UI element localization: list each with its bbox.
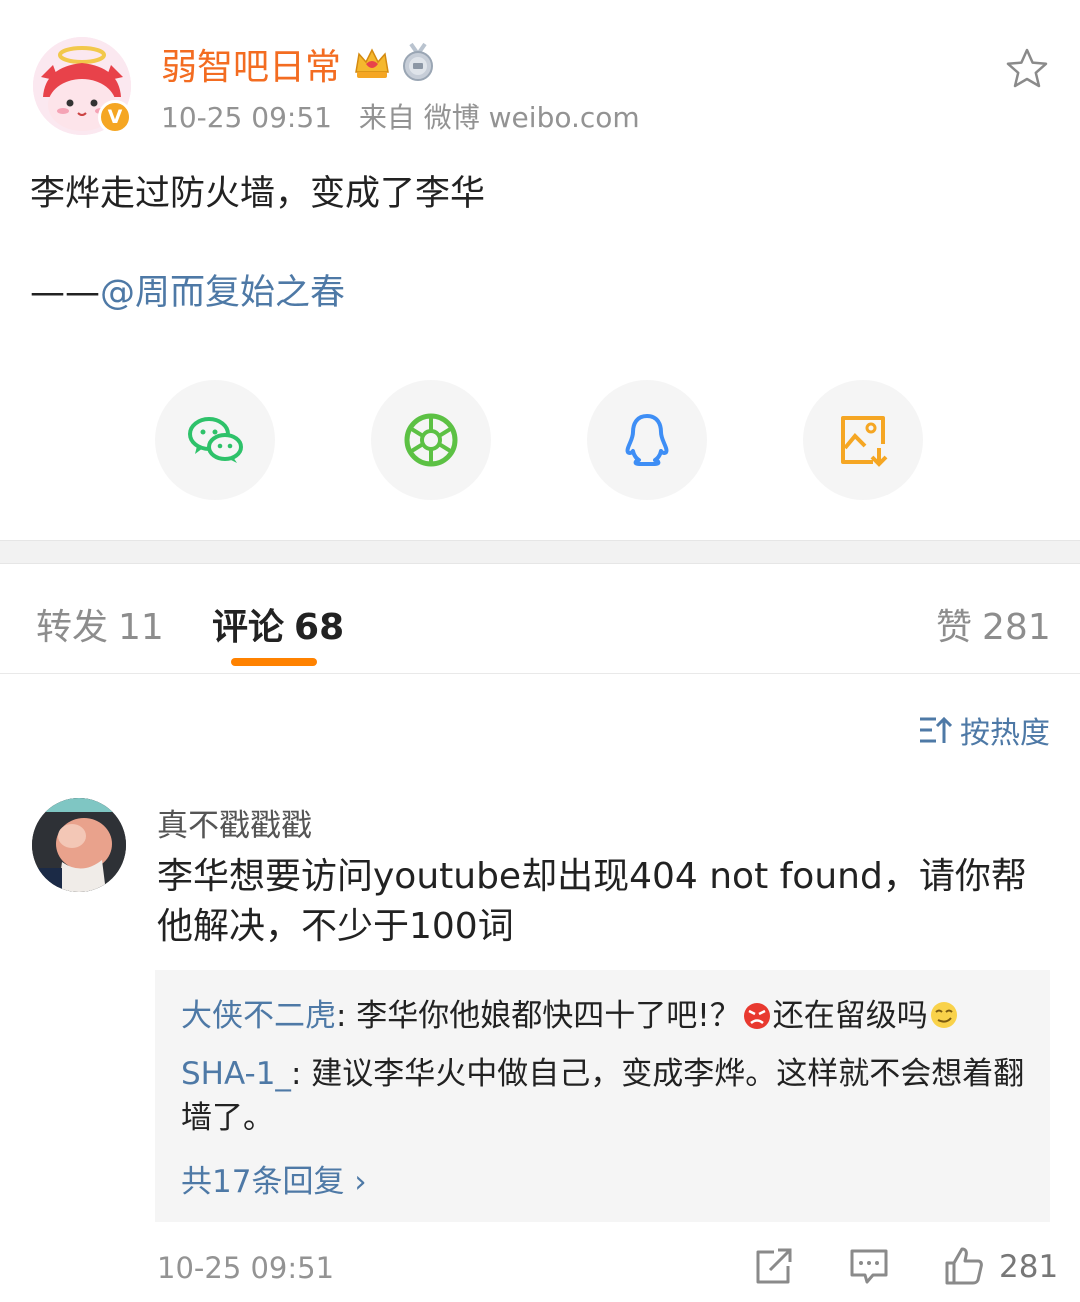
signature-dash: —— (30, 273, 100, 313)
section-divider (0, 540, 1080, 564)
moments-icon (404, 413, 458, 467)
reply-text: : 建议李华火中做自己，变成李烨。这样就不会想着翻墙了。 (181, 1056, 1025, 1136)
share-moments-button[interactable] (371, 380, 491, 500)
favorite-star-icon[interactable] (1004, 46, 1050, 92)
active-tab-indicator (231, 658, 317, 666)
comment-text: 李华想要访问youtube却出现404 not found，请你帮他解决，不少于… (157, 856, 1027, 947)
crown-badge-icon[interactable] (352, 42, 392, 82)
reply-comment-icon[interactable] (849, 1246, 889, 1286)
tab-divider (0, 673, 1080, 674)
tab-repost[interactable]: 转发 11 (36, 598, 164, 650)
tab-repost-label: 转发 (36, 607, 109, 648)
save-image-icon (841, 416, 888, 467)
post-timestamp: 10-25 09:51 (161, 101, 332, 134)
repost-comment-icon[interactable] (754, 1246, 794, 1286)
comment-timestamp: 10-25 09:51 (157, 1251, 335, 1285)
tab-like-label: 赞 (936, 607, 973, 648)
reply-author[interactable]: 大侠不二虎 (181, 998, 336, 1034)
reply-preview-box[interactable]: 大侠不二虎: 李华你他娘都快四十了吧!？ 还在留级吗 SHA-1_: 建议李华火… (155, 970, 1050, 1222)
tab-like[interactable]: 赞 281 (936, 598, 1051, 650)
commenter-name[interactable]: 真不戳戳戳 (157, 800, 312, 845)
tab-comment[interactable]: 评论 68 (212, 598, 344, 650)
smirk-emoji-icon (930, 1002, 957, 1028)
tab-repost-count: 11 (118, 607, 164, 648)
poster-username[interactable]: 弱智吧日常 (161, 38, 341, 90)
like-thumb-icon[interactable] (944, 1246, 984, 1286)
mention-link[interactable]: @周而复始之春 (100, 273, 345, 313)
angry-emoji-icon (743, 1003, 770, 1029)
wechat-icon (188, 417, 243, 463)
sort-icon (920, 716, 952, 743)
reply-item: SHA-1_: 建议李华火中做自己，变成李烨。这样就不会想着翻墙了。 (181, 1052, 1031, 1140)
post-signature: ——@周而复始之春 (30, 264, 345, 315)
share-qq-button[interactable] (587, 380, 707, 500)
tab-comment-label: 评论 (212, 607, 285, 648)
share-wechat-button[interactable] (155, 380, 275, 500)
tab-like-count: 281 (982, 607, 1051, 648)
post-meta: 10-25 09:51 来自 微博 weibo.com (161, 96, 640, 136)
medal-badge-icon[interactable] (400, 42, 436, 82)
verified-badge-icon: V (98, 100, 132, 134)
qq-icon (625, 414, 669, 466)
reply-author[interactable]: SHA-1_ (181, 1056, 291, 1092)
view-all-replies-link[interactable]: 共17条回复 › (181, 1156, 367, 1201)
post-text: 李烨走过防火墙，变成了李华 (30, 174, 486, 214)
save-image-button[interactable] (803, 380, 923, 500)
post-source: 来自 微博 weibo.com (358, 101, 640, 134)
sort-label: 按热度 (960, 716, 1050, 751)
commenter-avatar[interactable] (32, 798, 126, 892)
reply-text: : 李华你他娘都快四十了吧!？ (336, 998, 741, 1034)
tab-comment-count: 68 (294, 607, 345, 648)
reply-item: 大侠不二虎: 李华你他娘都快四十了吧!？ 还在留级吗 (181, 994, 1031, 1038)
comment-like-count: 281 (999, 1249, 1059, 1285)
reply-text-tail: 还在留级吗 (772, 998, 928, 1034)
sort-by-hot-button[interactable]: 按热度 (918, 708, 1050, 752)
